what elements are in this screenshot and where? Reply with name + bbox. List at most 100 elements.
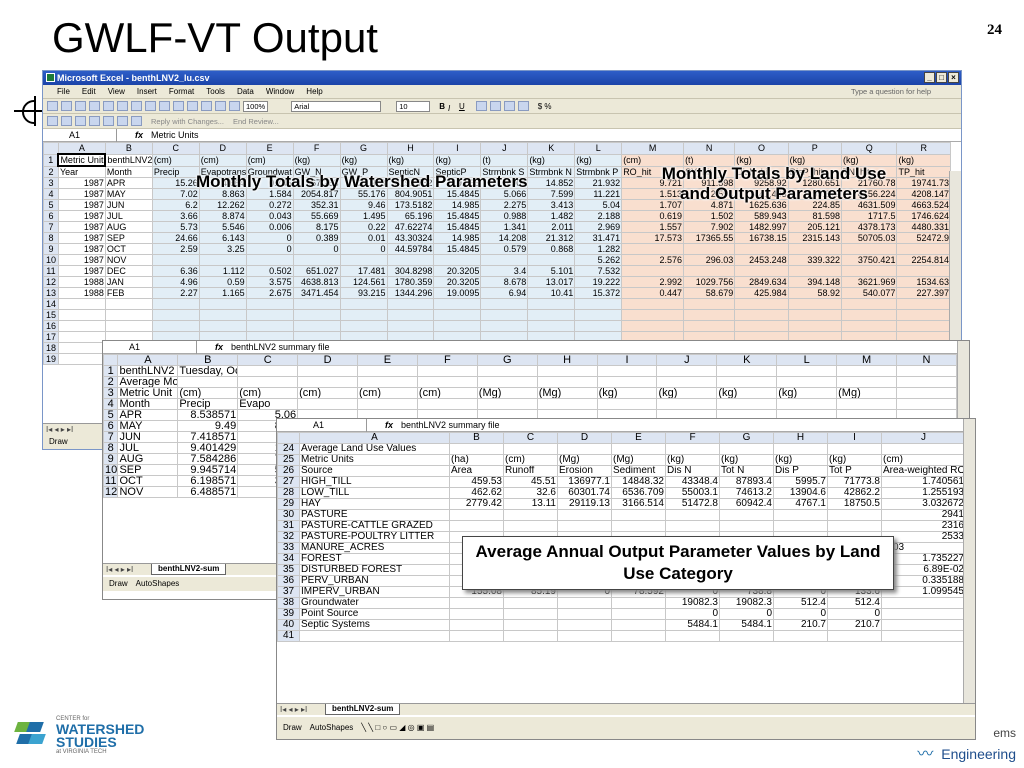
- cell[interactable]: [776, 376, 838, 388]
- cell[interactable]: [476, 365, 538, 377]
- cell[interactable]: 1.112: [198, 265, 247, 277]
- menu-item-insert[interactable]: Insert: [137, 85, 157, 98]
- cell[interactable]: OCT: [104, 243, 153, 255]
- sheet-nav-icon[interactable]: I◂ ◂ ▸ ▸I: [103, 564, 151, 576]
- cell[interactable]: 0: [665, 608, 720, 620]
- formula-input[interactable]: benthLNV2 summary file: [231, 341, 330, 354]
- row-header[interactable]: 5: [43, 199, 59, 211]
- cell[interactable]: [716, 376, 778, 388]
- cell[interactable]: [503, 520, 558, 532]
- currency-icon[interactable]: $ %: [538, 99, 552, 114]
- cell[interactable]: Runoff: [503, 465, 558, 477]
- cell[interactable]: [734, 243, 789, 255]
- cell[interactable]: Average Land Use Values: [299, 443, 450, 455]
- cell[interactable]: 136977.1: [557, 476, 612, 488]
- column-header[interactable]: K: [716, 354, 778, 366]
- cell[interactable]: 0.579: [480, 243, 529, 255]
- cell[interactable]: 93.215: [339, 287, 388, 299]
- cell[interactable]: 21.312: [527, 232, 576, 244]
- cell[interactable]: 16738.15: [734, 232, 789, 244]
- cell[interactable]: 4480.331: [896, 221, 951, 233]
- cell[interactable]: 5995.7: [773, 476, 828, 488]
- cell[interactable]: 19.222: [574, 276, 623, 288]
- cell[interactable]: 42862.2: [827, 487, 882, 499]
- cell[interactable]: 3.575: [245, 276, 294, 288]
- cell[interactable]: 4.96: [151, 276, 200, 288]
- formula-input[interactable]: benthLNV2 summary file: [401, 419, 500, 432]
- sheet-tab-summary[interactable]: benthLNV2-sum: [325, 704, 401, 715]
- row-header[interactable]: 11: [103, 475, 119, 487]
- cell[interactable]: Area-weighted RO: [881, 465, 966, 477]
- cell[interactable]: [683, 298, 736, 310]
- cell[interactable]: 29119.13: [557, 498, 612, 510]
- cell[interactable]: [57, 320, 106, 332]
- vertical-scrollbar[interactable]: [963, 419, 975, 703]
- cell[interactable]: 19082.3: [719, 597, 774, 609]
- cell[interactable]: [536, 376, 598, 388]
- cell[interactable]: [433, 320, 482, 332]
- cell[interactable]: (Mg): [476, 387, 538, 399]
- cell[interactable]: [557, 608, 612, 620]
- name-box[interactable]: A1: [47, 128, 117, 142]
- column-header[interactable]: J: [881, 432, 966, 444]
- cell[interactable]: 1029.756: [683, 276, 736, 288]
- cell[interactable]: 15.372: [574, 287, 623, 299]
- row-header[interactable]: 25: [277, 454, 300, 466]
- sheet-nav-icon[interactable]: I◂ ◂ ▸ ▸I: [277, 704, 325, 716]
- minimize-button[interactable]: _: [924, 72, 935, 83]
- help-search-input[interactable]: Type a question for help: [851, 85, 931, 99]
- row-header[interactable]: 10: [103, 464, 119, 476]
- cell[interactable]: 352.31: [292, 199, 341, 211]
- cell[interactable]: 43348.4: [665, 476, 720, 488]
- cell[interactable]: 540.077: [840, 287, 898, 299]
- cell[interactable]: AUG: [117, 453, 179, 465]
- column-header[interactable]: G: [719, 432, 774, 444]
- cell[interactable]: (cm): [177, 387, 239, 399]
- align-right-icon[interactable]: [503, 101, 515, 111]
- cell[interactable]: [896, 298, 951, 310]
- cell[interactable]: (cm): [503, 454, 558, 466]
- cell[interactable]: [386, 254, 435, 266]
- cell[interactable]: 2.576: [621, 254, 685, 266]
- cell[interactable]: MAY: [104, 188, 153, 200]
- row-header[interactable]: 28: [277, 487, 300, 499]
- cell[interactable]: 296.03: [683, 254, 736, 266]
- cell[interactable]: Septic Systems: [299, 619, 450, 631]
- cell[interactable]: 0.006: [245, 221, 294, 233]
- column-header[interactable]: B: [449, 432, 504, 444]
- row-header[interactable]: 10: [43, 254, 59, 266]
- cell[interactable]: APR: [117, 409, 179, 421]
- cell[interactable]: [416, 376, 478, 388]
- cell[interactable]: 12.262: [198, 199, 247, 211]
- menu-item-tools[interactable]: Tools: [206, 85, 225, 98]
- cell[interactable]: (cm): [416, 387, 478, 399]
- cut-icon[interactable]: [131, 101, 142, 111]
- cell[interactable]: (kg): [339, 153, 388, 167]
- review-icon[interactable]: [61, 116, 72, 126]
- font-size-select[interactable]: 10: [396, 100, 431, 112]
- cell[interactable]: [734, 265, 789, 277]
- cell[interactable]: [527, 254, 576, 266]
- row-header[interactable]: 39: [277, 608, 300, 620]
- cell[interactable]: [719, 509, 774, 521]
- row-header[interactable]: 30: [277, 509, 300, 521]
- column-header[interactable]: C: [151, 142, 200, 155]
- zoom-select[interactable]: 100%: [243, 100, 269, 112]
- cell[interactable]: [896, 320, 951, 332]
- cell[interactable]: 3.032672: [881, 498, 966, 510]
- cell[interactable]: [827, 443, 882, 455]
- cell[interactable]: LOW_TILL: [299, 487, 450, 499]
- cell[interactable]: Strmbnk P: [574, 165, 623, 178]
- column-header[interactable]: A: [117, 354, 179, 366]
- cell[interactable]: Sediment: [611, 465, 666, 477]
- cell[interactable]: JUN: [117, 431, 179, 443]
- cell[interactable]: [151, 254, 200, 266]
- cell[interactable]: [151, 298, 200, 310]
- cell[interactable]: HIGH_TILL: [299, 476, 450, 488]
- cell[interactable]: 124.561: [339, 276, 388, 288]
- cell[interactable]: [896, 243, 951, 255]
- cell[interactable]: [896, 376, 957, 388]
- cell[interactable]: Month: [104, 165, 153, 178]
- cell[interactable]: 7.532: [574, 265, 623, 277]
- cell[interactable]: [449, 619, 504, 631]
